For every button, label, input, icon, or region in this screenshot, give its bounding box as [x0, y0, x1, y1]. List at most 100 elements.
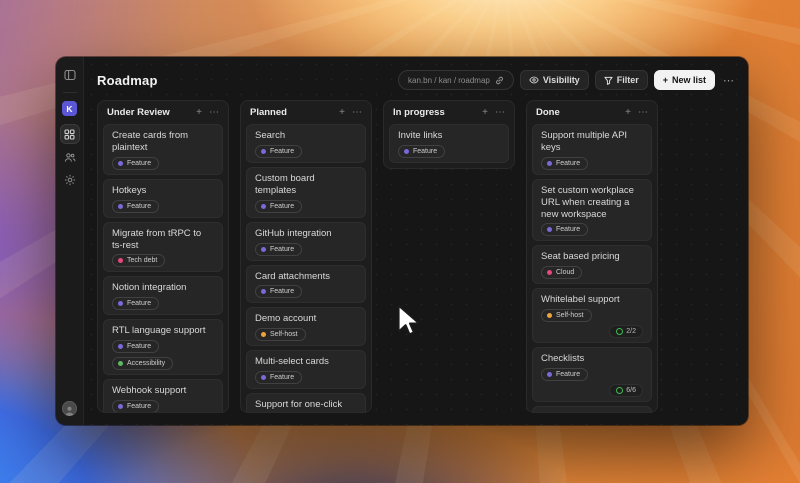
kanban-card[interactable]: Seat based pricing Cloud — [532, 245, 652, 285]
sidebar-item-settings[interactable] — [61, 171, 79, 189]
sidebar-item-boards[interactable] — [60, 125, 79, 143]
kanban-card[interactable]: RTL language support Feature Accessibility — [103, 319, 223, 376]
board-menu-button[interactable]: ⋯ — [721, 74, 736, 87]
label-text: Feature — [127, 300, 152, 308]
kanban-card[interactable]: Card attachments Feature — [246, 264, 366, 304]
label-text: Feature — [556, 371, 581, 378]
card-labels: Feature — [112, 400, 214, 412]
add-card-button[interactable]: + — [332, 107, 345, 118]
column-menu-button[interactable]: ⋯ — [345, 107, 362, 118]
card-labels: Feature — [398, 144, 500, 158]
add-card-button[interactable]: + — [618, 107, 631, 118]
kanban-card[interactable]: Dashboard 2.0Feature — [532, 406, 652, 412]
label-chip: Self-host — [255, 328, 306, 342]
gear-icon — [64, 174, 75, 186]
label-text: Feature — [270, 147, 295, 155]
card-title: Whitelabel support — [541, 294, 620, 306]
kanban-card[interactable]: Checklists Feature 6/6 — [532, 347, 652, 402]
add-card-button[interactable]: + — [189, 107, 202, 118]
card-list: Search Feature Custom board templates Featu… — [241, 123, 371, 412]
filter-button[interactable]: Filter — [594, 70, 648, 90]
card-title: Support multiple API keys — [541, 130, 628, 153]
label-chip: Feature — [255, 242, 303, 256]
kanban-card[interactable]: Hotkeys Feature — [103, 178, 223, 218]
card-title: Multi-select cards — [255, 356, 329, 368]
label-text: Self-host — [270, 331, 298, 339]
label-text: Feature — [127, 403, 152, 410]
label-dot — [261, 246, 266, 252]
workspace-avatar[interactable]: K — [62, 101, 77, 116]
kanban-card[interactable]: Whitelabel support Self-host 2/2 — [532, 288, 652, 344]
plus-icon: + — [662, 75, 668, 85]
page-title: Roadmap — [97, 72, 158, 88]
card-labels: Feature — [255, 144, 357, 158]
kanban-card[interactable]: Migrate from tRPC to ts-rest Tech debt — [103, 221, 223, 273]
card-list: Create cards from plaintext Feature Hotkey… — [98, 123, 228, 412]
panel-left-icon — [63, 69, 76, 81]
column-header: Under Review + ⋯ — [98, 101, 228, 123]
kanban-card[interactable]: GitHub integration Feature — [246, 221, 366, 261]
label-text: Feature — [127, 343, 152, 351]
kanban-card[interactable]: Search Feature — [246, 124, 366, 163]
label-text: Feature — [413, 147, 438, 155]
column-title: Under Review — [107, 107, 170, 118]
kanban-card[interactable]: Create cards from plaintext Feature — [103, 124, 223, 175]
label-text: Cloud — [556, 269, 575, 277]
label-chip: Self-host — [541, 309, 592, 323]
card-labels: Feature — [541, 223, 643, 237]
card-labels: Feature — [541, 368, 643, 381]
board-column: Done + ⋯ Support multiple API keys Feature Se… — [526, 100, 658, 413]
label-chip: Feature — [541, 156, 589, 170]
card-list: Support multiple API keys Feature Set cust… — [527, 123, 657, 412]
column-menu-button[interactable]: ⋯ — [202, 107, 219, 118]
card-labels: Cloud — [541, 266, 643, 280]
card-title: Migrate from tRPC to ts-rest — [112, 227, 202, 251]
kanban-card[interactable]: Support for one-click deployments via Co… — [246, 393, 366, 412]
sidebar-collapse-button[interactable] — [61, 66, 79, 84]
card-labels: Self-host — [255, 328, 357, 342]
kanban-card[interactable]: Notion integration Feature — [103, 276, 223, 316]
column-title: Done — [536, 107, 560, 118]
kanban-app-window: K Roadmap kan.bn / kan / roadmap Visibil… — [56, 57, 748, 425]
label-chip: Feature — [112, 400, 160, 412]
board-column: Planned + ⋯ Search Feature Custom board templ… — [240, 100, 372, 413]
kanban-card[interactable]: Custom board templates Feature — [246, 166, 366, 218]
add-card-button[interactable]: + — [475, 107, 488, 118]
kanban-card[interactable]: Demo account Self-host — [246, 307, 366, 347]
card-labels: Feature — [541, 156, 643, 170]
column-header: Planned + ⋯ — [241, 101, 371, 123]
user-avatar[interactable] — [62, 401, 77, 416]
kanban-card[interactable]: Webhook support Feature — [103, 379, 223, 412]
label-dot — [547, 372, 552, 377]
topbar: Roadmap kan.bn / kan / roadmap Visibilit… — [84, 57, 748, 98]
board-url-pill[interactable]: kan.bn / kan / roadmap — [398, 70, 514, 90]
card-title: Notion integration — [112, 282, 187, 294]
kanban-card[interactable]: Set custom workplace URL when creating a… — [532, 178, 652, 242]
column-header: In progress + ⋯ — [384, 101, 514, 123]
visibility-button[interactable]: Visibility — [519, 70, 589, 90]
link-icon — [495, 76, 503, 84]
label-chip: Cloud — [541, 266, 583, 280]
column-menu-button[interactable]: ⋯ — [488, 107, 505, 118]
label-dot — [118, 258, 123, 264]
checklist-count: 2/2 — [626, 328, 636, 336]
column-menu-button[interactable]: ⋯ — [631, 107, 648, 118]
filter-funnel-icon — [604, 76, 613, 85]
new-list-button[interactable]: + New list — [653, 70, 715, 90]
person-icon — [65, 406, 74, 416]
members-icon — [64, 152, 75, 162]
kanban-card[interactable]: Invite links Feature — [389, 124, 509, 163]
card-labels: Feature — [255, 371, 357, 385]
sidebar-item-members[interactable] — [61, 148, 79, 166]
topbar-controls: kan.bn / kan / roadmap Visibility Filter… — [398, 70, 736, 90]
kanban-card[interactable]: Multi-select cards Feature — [246, 350, 366, 390]
board-column: Under Review + ⋯ Create cards from plaintex… — [97, 100, 229, 413]
column-title: In progress — [393, 107, 445, 118]
new-list-label: New list — [671, 75, 706, 85]
label-text: Feature — [127, 159, 152, 167]
label-dot — [261, 148, 266, 154]
card-labels: Tech debt — [112, 254, 214, 268]
card-title: Demo account — [255, 313, 317, 325]
label-dot — [261, 289, 266, 295]
kanban-card[interactable]: Support multiple API keys Feature — [532, 124, 652, 175]
